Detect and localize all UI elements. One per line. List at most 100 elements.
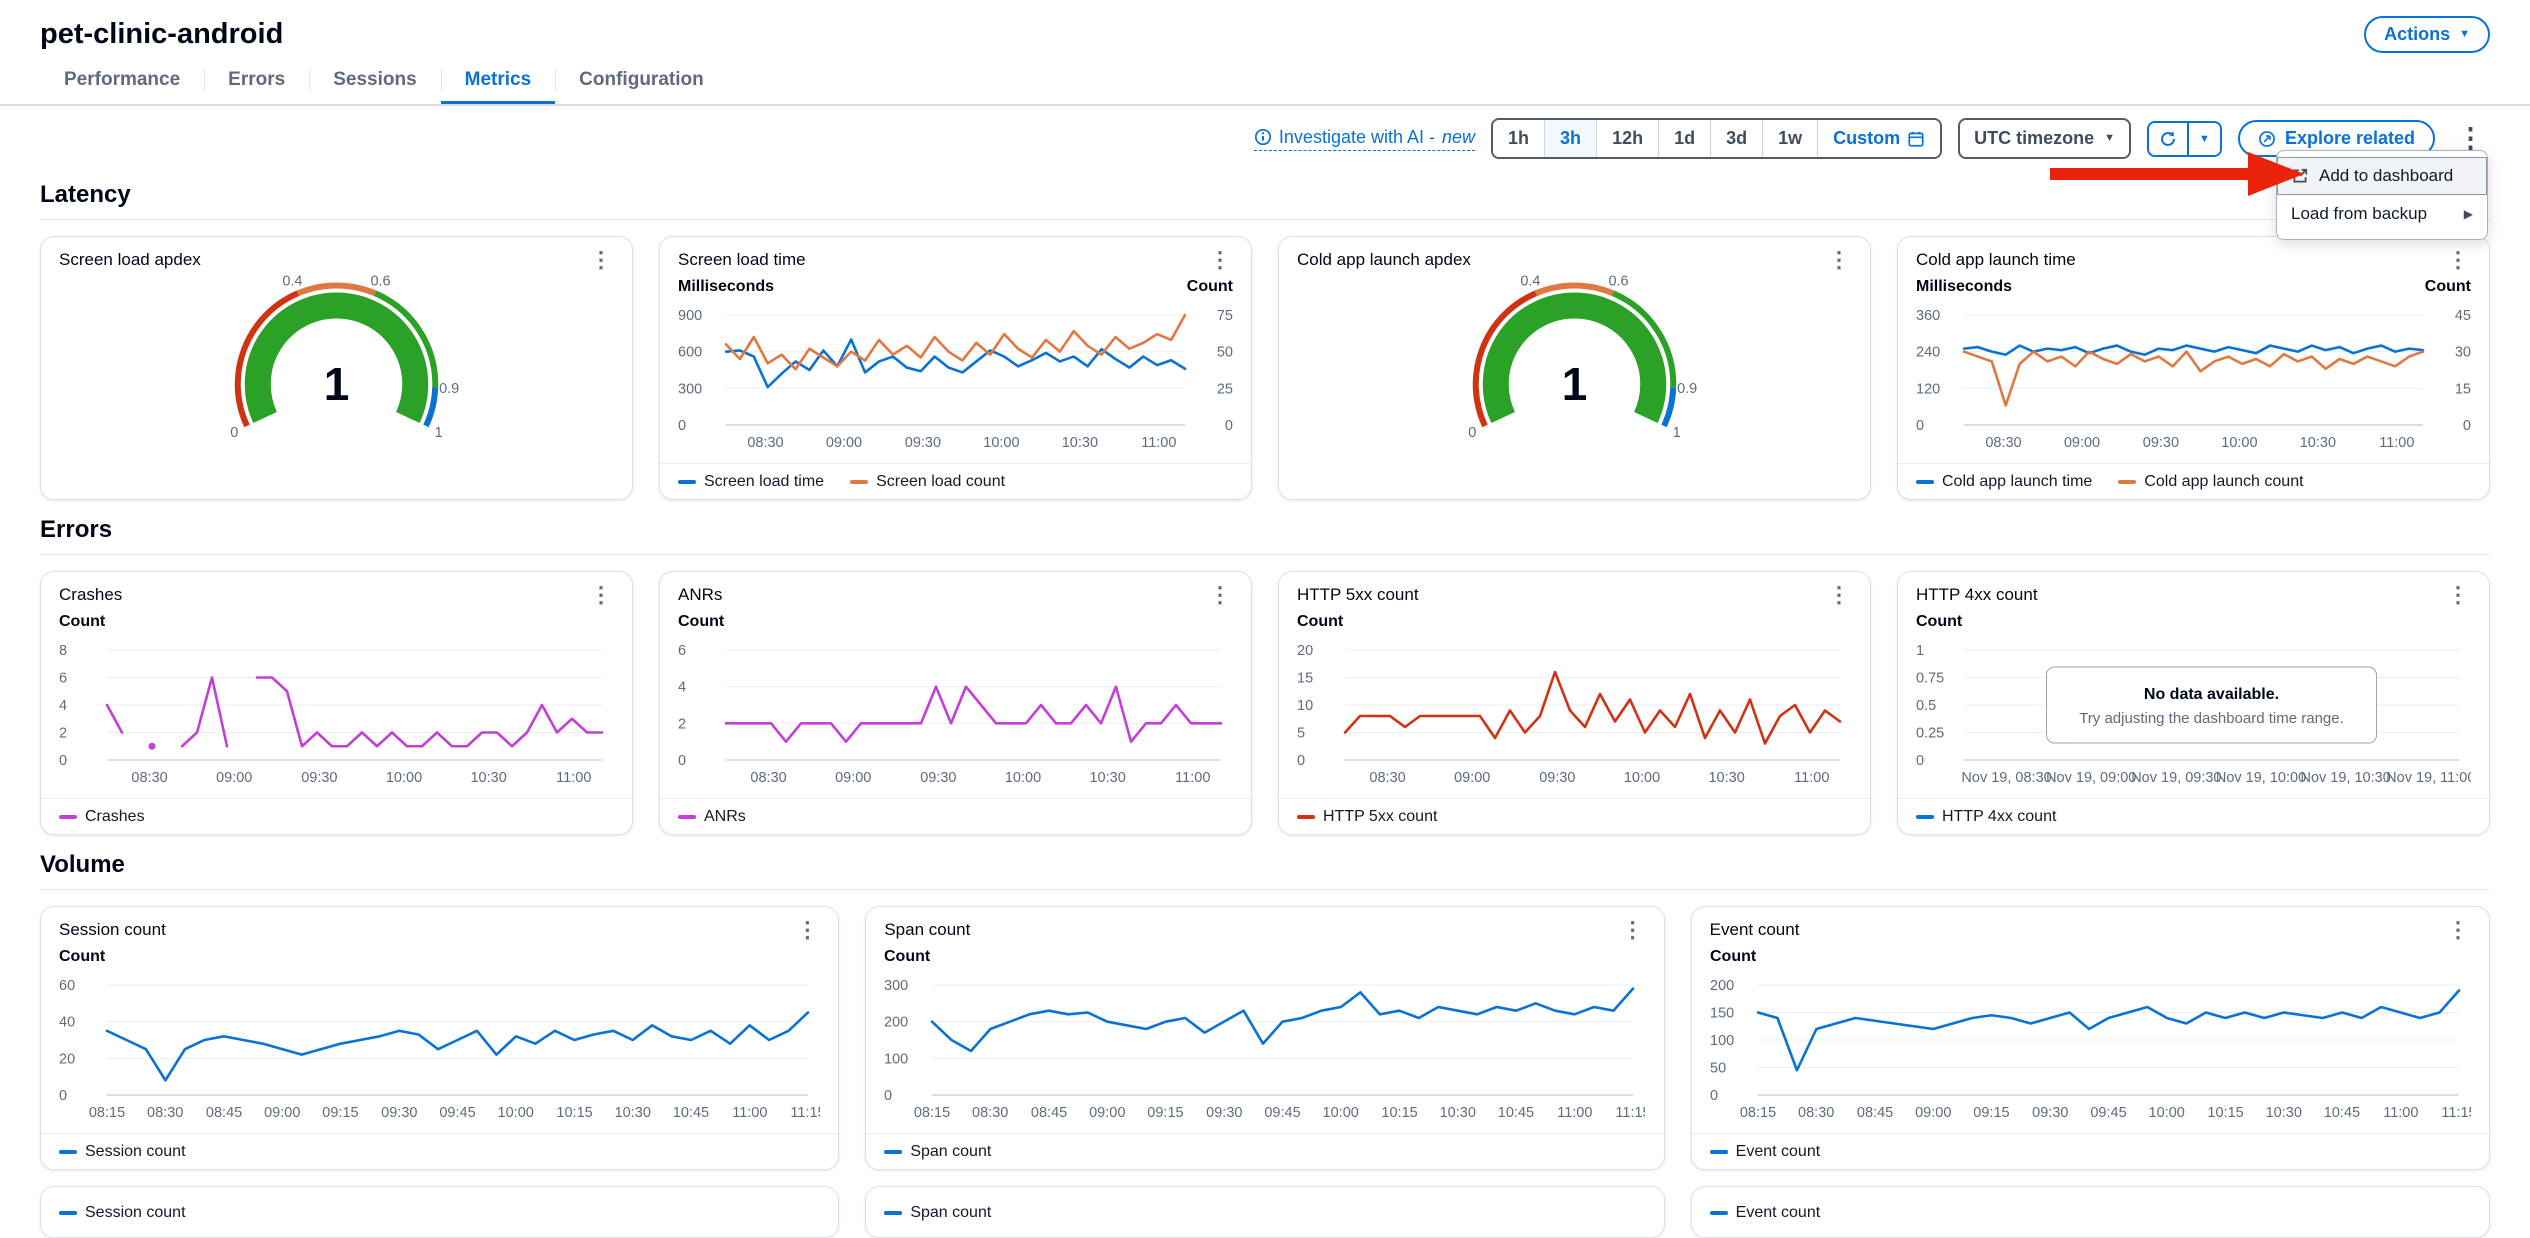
chart-title: Screen load time [678,250,806,270]
svg-text:0.75: 0.75 [1916,671,1944,687]
range-1d-button[interactable]: 1d [1658,120,1710,157]
card-menu-icon[interactable]: ⋮ [1826,249,1852,271]
card-menu-icon[interactable]: ⋮ [794,919,820,941]
legend-item[interactable]: HTTP 5xx count [1297,808,1437,826]
tab-errors[interactable]: Errors [204,59,309,104]
legend-color-dash [59,815,77,819]
legend-item[interactable]: Session count [59,1204,186,1222]
svg-text:0: 0 [884,1088,892,1104]
menu-item-load-from-backup[interactable]: Load from backup ▶ [2277,195,2487,233]
svg-text:Nov 19, 09:00: Nov 19, 09:00 [2046,770,2136,786]
svg-text:240: 240 [1916,345,1940,361]
svg-text:11:00: 11:00 [2379,435,2414,451]
range-3d-button[interactable]: 3d [1710,120,1762,157]
tab-metrics[interactable]: Metrics [441,59,556,104]
svg-text:10:30: 10:30 [1708,770,1744,786]
card-menu-icon[interactable]: ⋮ [1207,584,1233,606]
legend-item[interactable]: Session count [59,1143,186,1161]
svg-text:120: 120 [1916,381,1940,397]
legend-item[interactable]: HTTP 4xx count [1916,808,2056,826]
svg-text:10:15: 10:15 [2207,1105,2243,1121]
svg-text:4: 4 [678,680,686,696]
svg-text:08:30: 08:30 [972,1105,1008,1121]
investigate-ai-link[interactable]: Investigate with AI - new [1254,127,1475,151]
svg-text:11:00: 11:00 [1794,770,1829,786]
card-menu-icon[interactable]: ⋮ [588,249,614,271]
svg-text:0: 0 [1710,1088,1718,1104]
svg-text:09:00: 09:00 [835,770,871,786]
range-1w-button[interactable]: 1w [1762,120,1817,157]
svg-text:09:30: 09:30 [2032,1105,2068,1121]
svg-text:20: 20 [1297,643,1313,659]
chart-card-partial-session: Session count [40,1186,839,1238]
svg-text:09:00: 09:00 [826,435,862,451]
annotation-arrow [2050,148,2310,200]
chart-card-cold-app-launch-apdex: Cold app launch apdex ⋮ 00.40.60.911 [1278,236,1871,500]
svg-text:09:00: 09:00 [1089,1105,1125,1121]
card-menu-icon[interactable]: ⋮ [2445,249,2471,271]
svg-text:11:00: 11:00 [1141,435,1176,451]
svg-text:10:15: 10:15 [1382,1105,1418,1121]
svg-text:900: 900 [678,308,702,324]
chart-card-cold-app-launch-time: Cold app launch time ⋮ MillisecondsCount… [1897,236,2490,500]
card-menu-icon[interactable]: ⋮ [2445,919,2471,941]
card-menu-icon[interactable]: ⋮ [1620,919,1646,941]
svg-text:11:00: 11:00 [2383,1105,2418,1121]
svg-text:No data available.: No data available. [2144,686,2279,703]
chart-legend: Event count [1692,1133,2489,1163]
legend-item[interactable]: Event count [1710,1143,1821,1161]
svg-text:08:30: 08:30 [131,770,167,786]
card-menu-icon[interactable]: ⋮ [2445,584,2471,606]
svg-text:09:30: 09:30 [381,1105,417,1121]
legend-item[interactable]: Screen load count [850,473,1005,491]
actions-button[interactable]: Actions ▼ [2364,16,2490,53]
svg-text:1: 1 [324,358,350,410]
svg-text:08:30: 08:30 [1369,770,1405,786]
legend-item[interactable]: Event count [1710,1204,1821,1222]
svg-text:0: 0 [230,425,238,441]
legend-item[interactable]: Span count [884,1204,991,1222]
chart-title: Session count [59,920,166,940]
event-count-chart: Count20015010050008:1508:3008:4509:0009:… [1710,945,2471,1125]
chart-card-screen-load-apdex: Screen load apdex ⋮ 00.40.60.911 [40,236,633,500]
svg-text:Nov 19, 10:00: Nov 19, 10:00 [2216,770,2306,786]
card-menu-icon[interactable]: ⋮ [1826,584,1852,606]
legend-item[interactable]: ANRs [678,808,746,826]
range-12h-button[interactable]: 12h [1596,120,1658,157]
svg-text:30: 30 [2455,345,2471,361]
range-custom-button[interactable]: Custom [1817,120,1940,157]
svg-text:0: 0 [59,1088,67,1104]
range-1h-button[interactable]: 1h [1493,120,1544,157]
cold-app-launch-apdex-gauge: 00.40.60.911 [1297,275,1852,485]
legend-item[interactable]: Crashes [59,808,145,826]
chart-card-session-count: Session count ⋮ Count604020008:1508:3008… [40,906,839,1170]
svg-text:10:30: 10:30 [2265,1105,2301,1121]
legend-color-dash [1297,815,1315,819]
svg-text:09:30: 09:30 [1206,1105,1242,1121]
chevron-down-icon: ▼ [2104,133,2115,144]
svg-text:0.4: 0.4 [1520,275,1540,289]
svg-text:0.6: 0.6 [1608,275,1628,289]
legend-item[interactable]: Cold app launch count [2118,473,2303,491]
svg-text:11:00: 11:00 [732,1105,767,1121]
svg-text:600: 600 [678,345,702,361]
legend-item[interactable]: Screen load time [678,473,824,491]
tab-configuration[interactable]: Configuration [555,59,728,104]
legend-item[interactable]: Cold app launch time [1916,473,2092,491]
page-header: pet-clinic-android Actions ▼ [0,0,2530,59]
chart-card-span-count: Span count ⋮ Count300200100008:1508:3008… [865,906,1664,1170]
svg-text:1: 1 [1562,358,1588,410]
range-3h-button[interactable]: 3h [1544,120,1596,157]
svg-text:09:30: 09:30 [1539,770,1575,786]
chart-legend: HTTP 4xx count [1898,798,2489,828]
card-menu-icon[interactable]: ⋮ [1207,249,1233,271]
tab-performance[interactable]: Performance [40,59,204,104]
svg-text:11:00: 11:00 [1175,770,1210,786]
svg-text:2: 2 [678,716,686,732]
card-menu-icon[interactable]: ⋮ [588,584,614,606]
svg-text:08:30: 08:30 [750,770,786,786]
tab-sessions[interactable]: Sessions [309,59,440,104]
explore-icon [2258,130,2276,148]
chart-title: Span count [884,920,970,940]
legend-item[interactable]: Span count [884,1143,991,1161]
